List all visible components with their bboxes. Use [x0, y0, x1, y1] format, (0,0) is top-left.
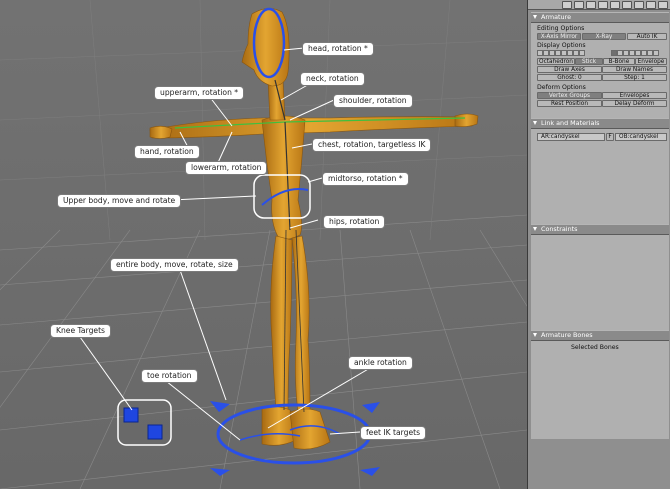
callout-upper-body: Upper body, move and rotate: [57, 194, 182, 208]
callout-knee-targets: Knee Targets: [50, 324, 111, 338]
callout-hips: hips, rotation: [323, 215, 386, 229]
deform-options-label: Deform Options: [537, 84, 586, 91]
callout-hand: hand, rotation: [134, 145, 200, 159]
link-materials-section: Link and Materials AR:candyskel F OB:can…: [531, 118, 669, 227]
scene-icon[interactable]: [598, 1, 608, 9]
viewport-canvas[interactable]: [0, 0, 527, 489]
object-icon[interactable]: [562, 1, 572, 9]
envelopes-button[interactable]: Envelopes: [602, 92, 667, 99]
armature-title: Armature: [541, 13, 572, 21]
vertex-groups-button[interactable]: Vertex Groups: [537, 92, 602, 99]
rest-position-button[interactable]: Rest Position: [537, 100, 602, 107]
3d-viewport[interactable]: head, rotation * neck, rotation upperarm…: [0, 0, 527, 489]
material-icon[interactable]: [574, 1, 584, 9]
link-materials-title: Link and Materials: [541, 119, 600, 127]
callout-chest: chest, rotation, targetless IK: [312, 138, 432, 152]
armature-bones-section: Armature Bones Selected Bones: [531, 330, 669, 439]
armature-name-field[interactable]: AR:candyskel: [537, 133, 605, 141]
link-materials-body: AR:candyskel F OB:candyskel: [531, 129, 669, 227]
octahedron-button[interactable]: Octahedron: [537, 58, 575, 65]
callout-leader-lines: [79, 47, 371, 441]
constraints-header[interactable]: Constraints: [531, 224, 669, 235]
constraints-body: [531, 235, 669, 333]
selected-bones-label: Selected Bones: [571, 344, 619, 351]
link-materials-header[interactable]: Link and Materials: [531, 118, 669, 129]
armature-body: Editing Options X-Axis Mirror X-Ray Auto…: [531, 23, 669, 124]
armature-section: Armature Editing Options X-Axis Mirror X…: [531, 12, 669, 124]
delay-deform-button[interactable]: Delay Deform: [602, 100, 667, 107]
armature-bones-title: Armature Bones: [541, 331, 593, 339]
constraints-title: Constraints: [541, 225, 578, 233]
draw-names-button[interactable]: Draw Names: [602, 66, 667, 73]
step-field[interactable]: Step: 1: [602, 74, 667, 81]
callout-neck: neck, rotation: [300, 72, 365, 86]
callout-lowerarm: lowerarm, rotation: [185, 161, 268, 175]
editing-icon[interactable]: [622, 1, 632, 9]
knee-target-cubes[interactable]: [117, 399, 172, 446]
callout-head: head, rotation *: [302, 42, 374, 56]
armature-bones-header[interactable]: Armature Bones: [531, 330, 669, 341]
callout-midtorso: midtorso, rotation *: [322, 172, 409, 186]
callout-shoulder: shoulder, rotation: [333, 94, 413, 108]
collapse-triangle-icon[interactable]: [533, 333, 537, 337]
x-axis-mirror-button[interactable]: X-Axis Mirror: [537, 33, 581, 40]
editing-options-label: Editing Options: [537, 25, 585, 32]
ghost-field[interactable]: Ghost: 0: [537, 74, 602, 81]
bone-layers-left[interactable]: [537, 50, 607, 56]
auto-ik-button[interactable]: Auto IK: [627, 33, 667, 40]
collapse-triangle-icon[interactable]: [533, 227, 537, 231]
panel-toolbar: [528, 0, 670, 10]
callout-upperarm: upperarm, rotation *: [154, 86, 245, 100]
buttons-panel: Armature Editing Options X-Axis Mirror X…: [527, 0, 670, 489]
callout-entire-body: entire body, move, rotate, size: [110, 258, 239, 272]
armature-header[interactable]: Armature: [531, 12, 669, 23]
callout-toe: toe rotation: [141, 369, 198, 383]
draw-axes-button[interactable]: Draw Axes: [537, 66, 602, 73]
bone-layers-right[interactable]: [611, 50, 667, 56]
shading-icon[interactable]: [634, 1, 644, 9]
collapse-triangle-icon[interactable]: [533, 121, 537, 125]
display-options-label: Display Options: [537, 42, 586, 49]
x-ray-button[interactable]: X-Ray: [582, 33, 626, 40]
envelope-button[interactable]: Envelope: [635, 58, 667, 65]
fake-user-button[interactable]: F: [606, 133, 614, 141]
object-name-field[interactable]: OB:candyskel: [615, 133, 667, 141]
callout-ankle: ankle rotation: [348, 356, 413, 370]
collapse-triangle-icon[interactable]: [533, 15, 537, 19]
render-icon[interactable]: [658, 1, 668, 9]
stick-button[interactable]: Stick: [575, 58, 603, 65]
constraints-section: Constraints: [531, 224, 669, 333]
script-icon[interactable]: [646, 1, 656, 9]
b-bone-button[interactable]: B-Bone: [603, 58, 635, 65]
physics-icon[interactable]: [610, 1, 620, 9]
texture-icon[interactable]: [586, 1, 596, 9]
callout-feet-ik: feet IK targets: [360, 426, 427, 440]
armature-bones-body: Selected Bones: [531, 341, 669, 439]
